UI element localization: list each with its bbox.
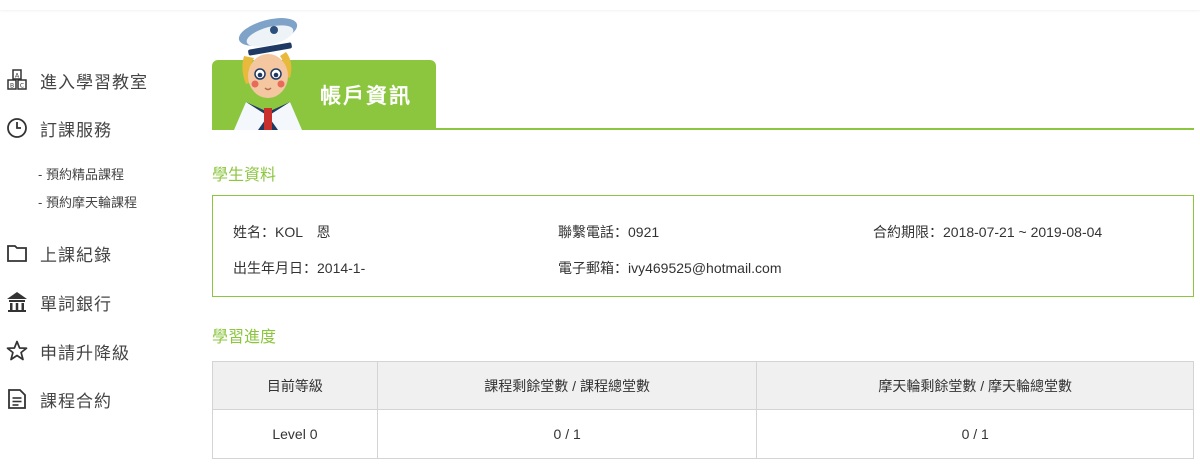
course-remaining-cell: 0 / 1	[376, 409, 758, 459]
sidebar-subitem-premium-course[interactable]: - 預約精品課程	[38, 164, 124, 183]
student-birthday: 出生年月日：2014-1-	[233, 260, 366, 276]
bank-icon	[6, 291, 28, 313]
table-header-row: 目前等級 課程剩餘堂數 / 課程總堂數 摩天輪剩餘堂數 / 摩天輪總堂數	[212, 361, 1194, 410]
clock-icon	[6, 117, 28, 139]
tab-underline	[212, 128, 1194, 130]
sidebar-item-word-bank[interactable]: 單詞銀行	[6, 289, 112, 315]
progress-table: 目前等級 課程剩餘堂數 / 課程總堂數 摩天輪剩餘堂數 / 摩天輪總堂數 Lev…	[212, 361, 1194, 459]
page-title: 帳戶資訊	[320, 85, 412, 108]
student-name: 姓名：KOL 恩	[233, 224, 331, 240]
sidebar-item-class-records[interactable]: 上課紀錄	[6, 240, 112, 266]
sidebar-item-booking[interactable]: 訂課服務	[6, 115, 112, 141]
sidebar-item-label: 單詞銀行	[40, 294, 112, 314]
student-info-heading: 學生資料	[212, 167, 277, 184]
ferris-remaining-cell: 0 / 1	[756, 409, 1194, 459]
sidebar-item-label: 課程合約	[40, 391, 112, 411]
current-level-cell: Level 0	[212, 409, 378, 459]
learning-progress-heading: 學習進度	[212, 329, 277, 346]
table-row: Level 0 0 / 1 0 / 1	[212, 409, 1194, 459]
sidebar-item-label: 進入學習教室	[40, 72, 148, 92]
contract-period: 合約期限：2018-07-21 ~ 2019-08-04	[873, 224, 1103, 240]
svg-text:C: C	[20, 83, 24, 90]
sidebar-item-classroom[interactable]: A B C 進入學習教室	[6, 67, 148, 93]
student-email: 電子郵箱：ivy469525@hotmail.com	[558, 260, 782, 276]
sidebar-subitem-ferris-course[interactable]: - 預約摩天輪課程	[38, 192, 137, 211]
main-content: 帳戶資訊 學生資料 姓名：KOL 恩 聯繫電話：0921 合約期限：2018-0…	[212, 0, 1194, 467]
sidebar-item-level-change[interactable]: 申請升降級	[6, 338, 130, 364]
column-header: 課程剩餘堂數 / 課程總堂數	[376, 361, 758, 410]
star-icon	[6, 340, 28, 362]
sidebar: A B C 進入學習教室 訂課服務 - 預約精品課程 - 預約摩天輪課程 上課紀…	[0, 0, 200, 467]
column-header: 目前等級	[212, 361, 378, 410]
sidebar-item-contract[interactable]: 課程合約	[6, 386, 112, 412]
student-phone: 聯繫電話：0921	[558, 224, 660, 240]
sidebar-item-label: 訂課服務	[40, 120, 112, 140]
student-info-box: 姓名：KOL 恩 聯繫電話：0921 合約期限：2018-07-21 ~ 201…	[212, 195, 1194, 297]
folder-icon	[6, 242, 28, 264]
mascot-pilot-illustration	[234, 18, 302, 130]
classroom-abc-icon: A B C	[6, 69, 28, 91]
column-header: 摩天輪剩餘堂數 / 摩天輪總堂數	[756, 361, 1194, 410]
document-icon	[6, 388, 28, 410]
sidebar-item-label: 上課紀錄	[40, 245, 112, 265]
sidebar-item-label: 申請升降級	[40, 343, 130, 363]
svg-text:B: B	[10, 83, 14, 90]
